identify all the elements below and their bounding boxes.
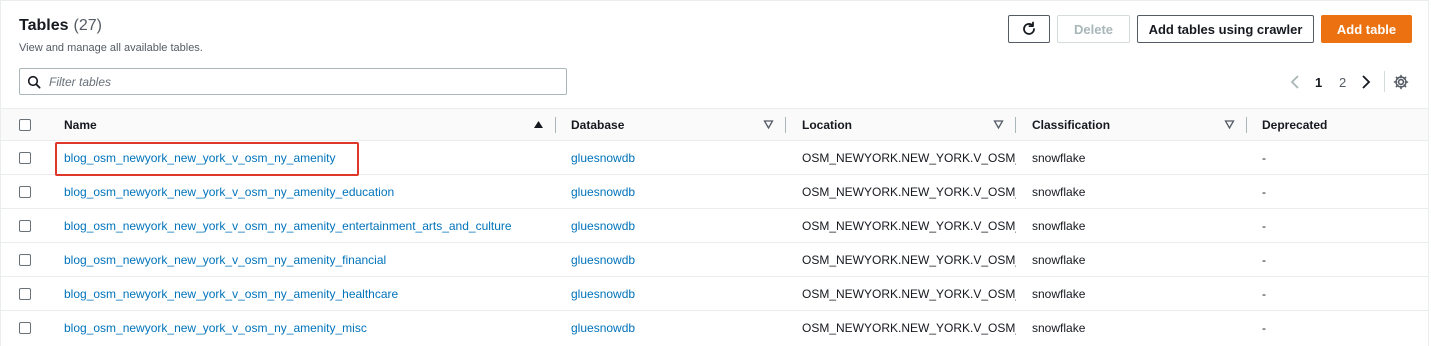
page-2-button[interactable]: 2 (1339, 72, 1346, 92)
next-page-button[interactable] (1360, 72, 1372, 92)
classification-cell: snowflake (1032, 287, 1086, 301)
location-cell: OSM_NEWYORK.NEW_YORK.V_OSM_NY (802, 287, 1016, 301)
column-divider[interactable] (785, 117, 786, 133)
highlight-annotation-box (55, 142, 359, 176)
column-header-database[interactable]: Database (571, 118, 624, 132)
table-row: blog_osm_newyork_new_york_v_osm_ny_ameni… (1, 209, 1428, 243)
table-count: (27) (73, 17, 102, 34)
location-cell: OSM_NEWYORK.NEW_YORK.V_OSM_NY (802, 253, 1016, 267)
deprecated-cell: - (1262, 253, 1266, 267)
row-checkbox[interactable] (19, 322, 31, 334)
add-table-button[interactable]: Add table (1321, 15, 1412, 43)
row-checkbox[interactable] (19, 220, 31, 232)
table-row: blog_osm_newyork_new_york_v_osm_ny_ameni… (1, 243, 1428, 277)
pagination-divider (1384, 71, 1385, 92)
deprecated-cell: - (1262, 151, 1266, 165)
database-link[interactable]: gluesnowdb (571, 185, 635, 199)
refresh-icon (1023, 21, 1035, 35)
row-checkbox[interactable] (19, 288, 31, 300)
table-header: Name Database Location Classification De… (1, 108, 1428, 141)
page-1-button[interactable]: 1 (1315, 72, 1322, 92)
refresh-button[interactable] (1008, 15, 1050, 43)
preferences-button[interactable] (1393, 72, 1409, 92)
sort-icon[interactable] (993, 119, 1004, 130)
table-row: blog_osm_newyork_new_york_v_osm_ny_ameni… (1, 175, 1428, 209)
sort-icon[interactable] (763, 119, 774, 130)
column-divider[interactable] (1246, 117, 1247, 133)
column-divider[interactable] (1015, 117, 1016, 133)
table-row: blog_osm_newyork_new_york_v_osm_ny_ameni… (1, 311, 1428, 345)
database-link[interactable]: gluesnowdb (571, 151, 635, 165)
table-row: blog_osm_newyork_new_york_v_osm_ny_ameni… (1, 277, 1428, 311)
table-name-link[interactable]: blog_osm_newyork_new_york_v_osm_ny_ameni… (64, 185, 394, 199)
column-header-location[interactable]: Location (802, 118, 852, 132)
previous-page-button[interactable] (1289, 72, 1301, 92)
classification-cell: snowflake (1032, 151, 1086, 165)
table-name-link[interactable]: blog_osm_newyork_new_york_v_osm_ny_ameni… (64, 253, 386, 267)
delete-button[interactable]: Delete (1057, 15, 1130, 43)
deprecated-cell: - (1262, 185, 1266, 199)
select-all-checkbox[interactable] (19, 119, 31, 131)
search-icon (27, 75, 41, 88)
location-cell: OSM_NEWYORK.NEW_YORK.V_OSM_NY (802, 185, 1016, 199)
classification-cell: snowflake (1032, 185, 1086, 199)
deprecated-cell: - (1262, 287, 1266, 301)
column-header-name[interactable]: Name (64, 118, 97, 132)
add-tables-crawler-button[interactable]: Add tables using crawler (1137, 15, 1314, 43)
location-cell: OSM_NEWYORK.NEW_YORK.V_OSM_NY (802, 151, 1016, 165)
filter-tables-search[interactable] (19, 68, 567, 95)
chevron-right-icon (1362, 75, 1371, 89)
row-checkbox[interactable] (19, 186, 31, 198)
table-name-link[interactable]: blog_osm_newyork_new_york_v_osm_ny_ameni… (64, 287, 398, 301)
classification-cell: snowflake (1032, 321, 1086, 335)
classification-cell: snowflake (1032, 219, 1086, 233)
sort-icon[interactable] (1224, 119, 1235, 130)
database-link[interactable]: gluesnowdb (571, 287, 635, 301)
column-header-classification[interactable]: Classification (1032, 118, 1110, 132)
location-cell: OSM_NEWYORK.NEW_YORK.V_OSM_NY (802, 219, 1016, 233)
page-description: View and manage all available tables. (19, 42, 203, 54)
title-text: Tables (19, 17, 69, 34)
database-link[interactable]: gluesnowdb (571, 219, 635, 233)
table-name-link[interactable]: blog_osm_newyork_new_york_v_osm_ny_ameni… (64, 321, 367, 335)
column-header-deprecated: Deprecated (1262, 118, 1328, 132)
page-title: Tables (27) (19, 17, 102, 35)
classification-cell: snowflake (1032, 253, 1086, 267)
row-checkbox[interactable] (19, 152, 31, 164)
deprecated-cell: - (1262, 219, 1266, 233)
gear-icon (1393, 74, 1409, 90)
chevron-left-icon (1290, 75, 1299, 89)
database-link[interactable]: gluesnowdb (571, 321, 635, 335)
row-checkbox[interactable] (19, 254, 31, 266)
filter-tables-input[interactable] (47, 73, 531, 90)
database-link[interactable]: gluesnowdb (571, 253, 635, 267)
column-divider[interactable] (555, 117, 556, 133)
location-cell: OSM_NEWYORK.NEW_YORK.V_OSM_NY (802, 321, 1016, 335)
deprecated-cell: - (1262, 321, 1266, 335)
sort-ascending-icon[interactable] (533, 119, 544, 130)
table-name-link[interactable]: blog_osm_newyork_new_york_v_osm_ny_ameni… (64, 219, 512, 233)
